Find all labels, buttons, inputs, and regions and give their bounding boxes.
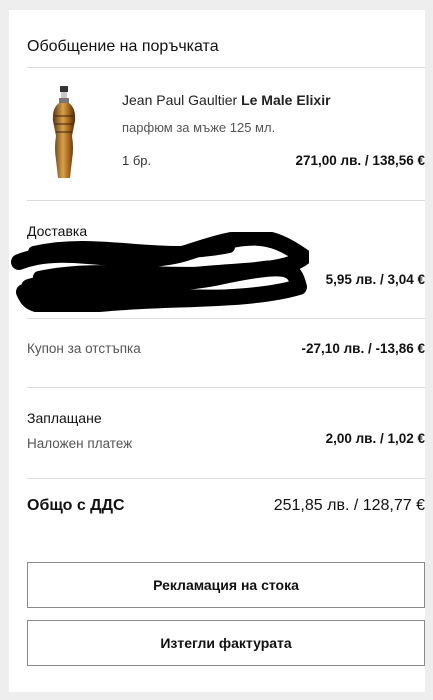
page-title: Обобщение на поръчката [27, 38, 219, 55]
coupon-price: -27,10 лв. / -13,86 € [301, 341, 425, 356]
product-quantity: 1 бр. [122, 153, 152, 168]
product-title[interactable]: Jean Paul Gaultier Le Male Elixir [122, 92, 331, 108]
order-summary-card: Обобщение на поръчката Jean Paul Gaultie… [9, 10, 425, 692]
payment-price: 2,00 лв. / 1,02 € [325, 431, 425, 446]
divider [27, 478, 425, 479]
payment-method: Наложен платеж [27, 436, 133, 451]
divider [27, 387, 425, 388]
product-name: Le Male Elixir [241, 92, 331, 108]
product-price: 271,00 лв. / 138,56 € [295, 153, 425, 168]
total-label: Общо с ДДС [27, 497, 125, 514]
complaint-button[interactable]: Рекламация на стока [27, 562, 425, 608]
divider [27, 318, 425, 319]
delivery-price: 5,95 лв. / 3,04 € [325, 272, 425, 287]
divider [27, 67, 425, 68]
download-invoice-button[interactable]: Изтегли фактурата [27, 620, 425, 666]
product-description: парфюм за мъже 125 мл. [122, 120, 276, 135]
product-brand: Jean Paul Gaultier [122, 92, 238, 108]
redaction-scribble [11, 232, 309, 312]
coupon-label: Купон за отстъпка [27, 341, 141, 356]
divider [27, 200, 425, 201]
product-image [52, 86, 76, 178]
total-value: 251,85 лв. / 128,77 € [273, 497, 425, 514]
payment-heading: Заплащане [27, 410, 102, 426]
